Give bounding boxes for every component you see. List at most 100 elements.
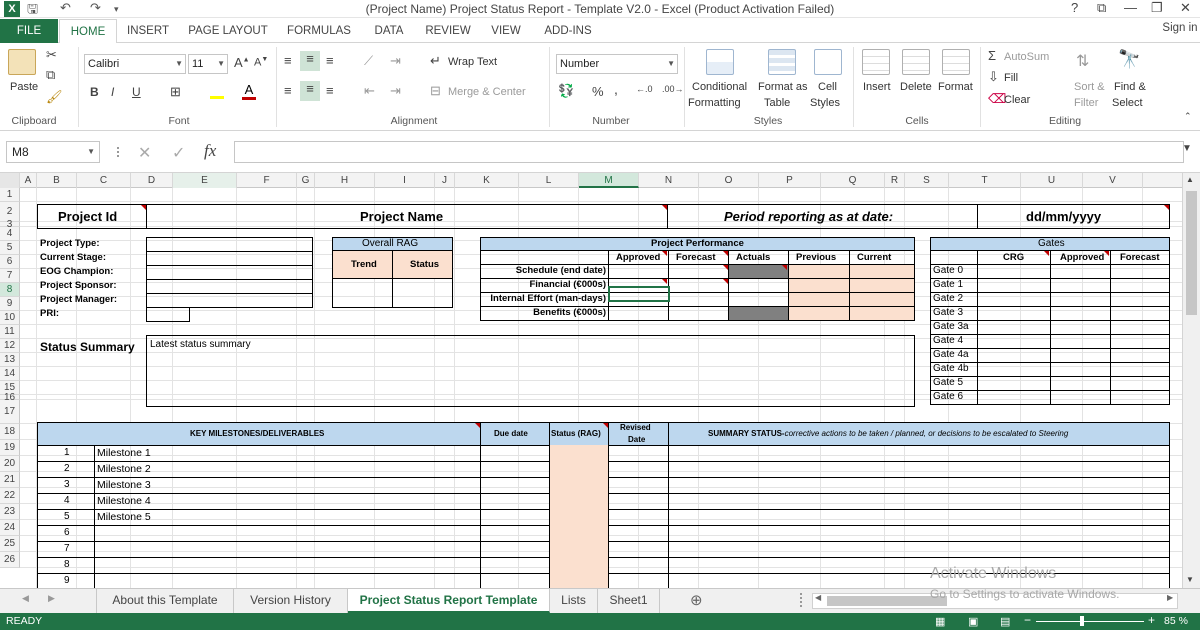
milestone-cell[interactable] bbox=[549, 525, 609, 542]
close-button[interactable]: ✕ bbox=[1180, 0, 1191, 16]
tab-home[interactable]: HOME bbox=[59, 19, 117, 44]
column-header-b[interactable]: B bbox=[37, 173, 77, 188]
gate-value-cell[interactable] bbox=[1050, 320, 1111, 335]
milestone-cell[interactable] bbox=[94, 445, 481, 462]
info-value-cell[interactable] bbox=[146, 279, 313, 294]
milestone-cell[interactable] bbox=[668, 557, 1170, 574]
formula-input[interactable] bbox=[234, 141, 1184, 163]
scroll-right-icon[interactable]: ▶ bbox=[1167, 593, 1173, 602]
clear-button[interactable]: Clear bbox=[1004, 94, 1030, 106]
fill-color-icon[interactable] bbox=[210, 85, 224, 99]
column-header-n[interactable]: N bbox=[639, 173, 699, 188]
performance-value-cell[interactable] bbox=[668, 278, 729, 293]
row-header-20[interactable]: 20 bbox=[0, 456, 20, 472]
horizontal-scroll-thumb[interactable] bbox=[827, 596, 947, 606]
worksheet-grid[interactable]: Project Id Project Name Period reporting… bbox=[20, 188, 1182, 588]
format-as-table-icon[interactable] bbox=[768, 49, 796, 75]
milestone-cell[interactable] bbox=[608, 541, 669, 558]
merge-center-button[interactable]: Merge & Center bbox=[448, 86, 526, 98]
performance-value-cell[interactable] bbox=[788, 292, 850, 307]
increase-indent-icon[interactable]: ⇥ bbox=[390, 83, 401, 99]
sheet-tab-sheet1[interactable]: Sheet1 bbox=[598, 589, 660, 613]
paste-icon[interactable] bbox=[8, 49, 36, 75]
gate-value-cell[interactable] bbox=[977, 390, 1051, 405]
page-layout-view-icon[interactable]: ▣ bbox=[968, 615, 978, 628]
cut-icon[interactable]: ✂ bbox=[46, 47, 57, 63]
sort-filter-label-2[interactable]: Filter bbox=[1074, 97, 1098, 109]
row-header-5[interactable]: 5 bbox=[0, 241, 20, 255]
tab-splitter-handle[interactable] bbox=[800, 593, 803, 607]
percent-button[interactable]: % bbox=[592, 84, 604, 99]
performance-value-cell[interactable] bbox=[849, 264, 915, 279]
milestone-cell[interactable] bbox=[608, 493, 669, 510]
gate-value-cell[interactable] bbox=[1110, 264, 1170, 279]
autosum-button[interactable]: AutoSum bbox=[1004, 51, 1049, 63]
milestone-cell[interactable] bbox=[549, 509, 609, 526]
milestone-cell[interactable] bbox=[480, 541, 550, 558]
fill-icon[interactable]: ⇩ bbox=[988, 69, 999, 85]
borders-icon[interactable]: ⊞ bbox=[170, 84, 181, 100]
format-painter-icon[interactable]: 🖌 bbox=[46, 89, 63, 105]
column-header-c[interactable]: C bbox=[77, 173, 131, 188]
row-header-7[interactable]: 7 bbox=[0, 269, 20, 283]
name-box[interactable]: M8 ▼ bbox=[6, 141, 100, 163]
performance-value-cell[interactable] bbox=[728, 292, 789, 307]
zoom-out-icon[interactable]: − bbox=[1024, 613, 1031, 627]
milestone-cell[interactable] bbox=[668, 509, 1170, 526]
gate-value-cell[interactable] bbox=[1110, 320, 1170, 335]
performance-value-cell[interactable] bbox=[849, 278, 915, 293]
milestone-cell[interactable] bbox=[94, 509, 481, 526]
row-header-24[interactable]: 24 bbox=[0, 520, 20, 536]
decrease-font-icon[interactable]: A▼ bbox=[254, 56, 268, 69]
indent-icon[interactable]: ⇥ bbox=[390, 53, 401, 69]
gate-value-cell[interactable] bbox=[977, 292, 1051, 307]
delete-cells-icon[interactable] bbox=[902, 49, 930, 75]
tab-file[interactable]: FILE bbox=[0, 19, 58, 43]
info-value-cell[interactable] bbox=[146, 237, 313, 252]
info-value-cell[interactable] bbox=[146, 251, 313, 266]
next-sheet-icon[interactable]: ▶ bbox=[48, 593, 55, 604]
column-header-q[interactable]: Q bbox=[821, 173, 885, 188]
conditional-formatting-icon[interactable] bbox=[706, 49, 734, 75]
gate-value-cell[interactable] bbox=[1110, 334, 1170, 349]
info-value-cell[interactable] bbox=[146, 293, 313, 308]
gate-value-cell[interactable] bbox=[1050, 362, 1111, 377]
milestone-cell[interactable] bbox=[94, 557, 481, 574]
row-header-12[interactable]: 12 bbox=[0, 339, 20, 353]
align-middle-icon[interactable]: ≡ bbox=[300, 51, 320, 71]
row-header-25[interactable]: 25 bbox=[0, 536, 20, 552]
column-header-j[interactable]: J bbox=[435, 173, 455, 188]
copy-icon[interactable]: ⧉ bbox=[46, 67, 55, 83]
increase-decimal-icon[interactable]: ←.0 bbox=[636, 84, 653, 94]
milestone-cell[interactable] bbox=[668, 541, 1170, 558]
milestone-cell[interactable] bbox=[668, 493, 1170, 510]
performance-value-cell[interactable] bbox=[728, 306, 789, 321]
italic-button[interactable]: I bbox=[111, 85, 114, 99]
paste-button[interactable]: Paste bbox=[10, 81, 38, 93]
new-sheet-icon[interactable]: ⊕ bbox=[690, 591, 703, 609]
column-header-o[interactable]: O bbox=[699, 173, 759, 188]
comma-button[interactable]: , bbox=[614, 81, 618, 97]
column-header-d[interactable]: D bbox=[131, 173, 173, 188]
bold-button[interactable]: B bbox=[90, 85, 99, 99]
cancel-icon[interactable]: ✕ bbox=[138, 143, 151, 163]
select-all-button[interactable] bbox=[0, 173, 20, 188]
info-value-cell[interactable] bbox=[146, 307, 190, 322]
performance-value-cell[interactable] bbox=[788, 264, 850, 279]
performance-value-cell[interactable] bbox=[668, 264, 729, 279]
milestone-cell[interactable] bbox=[94, 525, 481, 542]
column-header-h[interactable]: H bbox=[315, 173, 375, 188]
milestone-cell[interactable] bbox=[608, 557, 669, 574]
gate-value-cell[interactable] bbox=[977, 264, 1051, 279]
find-select-icon[interactable]: 🔭 bbox=[1118, 49, 1140, 70]
font-color-icon[interactable]: A bbox=[242, 83, 256, 100]
column-header-l[interactable]: L bbox=[519, 173, 579, 188]
cell-styles-label-2[interactable]: Styles bbox=[810, 97, 840, 109]
minimize-button[interactable]: — bbox=[1124, 0, 1137, 15]
milestone-cell[interactable] bbox=[480, 461, 550, 478]
sort-filter-label-1[interactable]: Sort & bbox=[1074, 81, 1105, 93]
insert-cells-button[interactable]: Insert bbox=[863, 81, 891, 93]
milestone-cell[interactable] bbox=[608, 445, 669, 462]
help-button[interactable]: ? bbox=[1071, 0, 1078, 15]
gate-value-cell[interactable] bbox=[977, 306, 1051, 321]
